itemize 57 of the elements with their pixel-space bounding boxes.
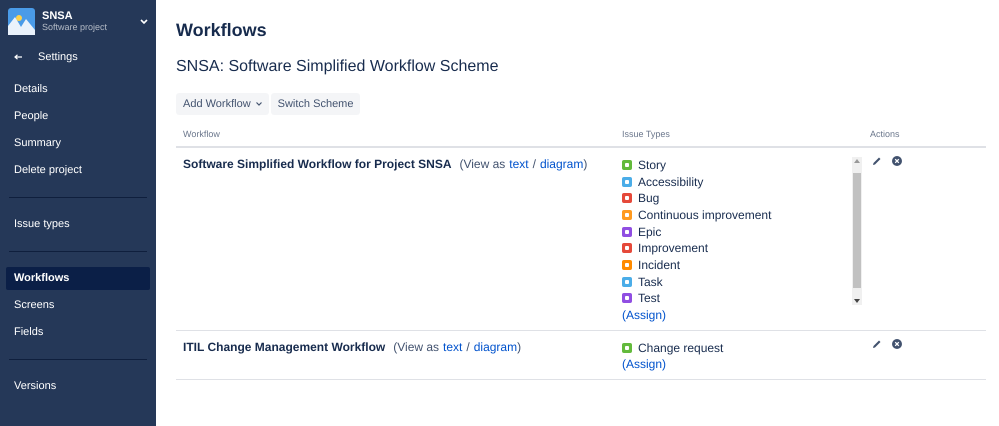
issue-type-label: Improvement bbox=[638, 240, 708, 258]
sidebar-item[interactable]: Versions bbox=[6, 375, 150, 398]
close-parenthesis: ) bbox=[662, 356, 666, 374]
assign-link[interactable]: Assign bbox=[626, 306, 662, 324]
text-link[interactable]: text bbox=[509, 154, 529, 172]
diagram-link[interactable]: diagram bbox=[474, 338, 518, 356]
sidebar-item[interactable]: Workflows bbox=[6, 267, 150, 290]
workflow-name: ITIL Change Management Workflow bbox=[183, 338, 386, 356]
issue-type-label: Incident bbox=[638, 256, 680, 274]
scroll-down-arrow-icon[interactable] bbox=[854, 298, 860, 302]
view-as-label: (View as bbox=[393, 338, 440, 356]
sidebar-item[interactable]: Screens bbox=[6, 294, 150, 317]
workflow-name: Software Simplified Workflow for Project SNSA bbox=[183, 156, 452, 172]
view-as-label: (View as bbox=[459, 156, 506, 172]
pencil-icon[interactable] bbox=[872, 338, 882, 349]
issue-type-label: Epic bbox=[638, 224, 662, 241]
assign-link[interactable]: Assign bbox=[626, 355, 662, 374]
remove-icon[interactable] bbox=[892, 338, 902, 349]
scrollbar[interactable] bbox=[852, 156, 862, 304]
column-header: Workflow bbox=[183, 129, 220, 139]
project-type: Software project bbox=[42, 22, 108, 32]
scheme-title: SNSA: Software Simplified Workflow Scheme bbox=[176, 57, 500, 77]
issue-type-label: Continuous improvement bbox=[638, 206, 772, 224]
sidebar-item[interactable]: Delete project bbox=[6, 159, 150, 182]
sidebar-item[interactable]: Details bbox=[6, 78, 150, 101]
closing-parenthesis: ) bbox=[583, 156, 588, 172]
sidebar-item[interactable]: Fields bbox=[6, 321, 150, 344]
sidebar-item[interactable]: Summary bbox=[6, 132, 150, 155]
issue-type-label: Test bbox=[638, 290, 660, 308]
issue-type-label: Task bbox=[638, 274, 663, 291]
text-link[interactable]: text bbox=[443, 338, 462, 356]
project-avatar-icon bbox=[8, 8, 35, 35]
sidebar-item[interactable]: Issue types bbox=[6, 213, 150, 236]
issue-type-label: Accessibility bbox=[638, 174, 704, 191]
chevron-down-icon[interactable] bbox=[140, 18, 148, 24]
column-header: Issue Types bbox=[622, 129, 670, 139]
project-name: SNSA bbox=[42, 10, 74, 22]
issue-type-label: Bug bbox=[638, 190, 660, 208]
column-header: Actions bbox=[870, 129, 900, 139]
close-parenthesis: ) bbox=[662, 306, 666, 324]
caret-icon bbox=[256, 102, 262, 106]
separator-text: / bbox=[532, 156, 536, 172]
sidebar-item[interactable]: People bbox=[6, 105, 150, 128]
issue-type-label: Story bbox=[638, 156, 666, 174]
pencil-icon[interactable] bbox=[872, 156, 882, 166]
closing-parenthesis: ) bbox=[517, 338, 522, 356]
separator-text: / bbox=[466, 338, 470, 356]
remove-icon[interactable] bbox=[892, 156, 902, 166]
back-link[interactable]: Settings bbox=[0, 50, 156, 64]
open-parenthesis: ( bbox=[622, 306, 626, 324]
add-workflow-dropdown[interactable]: Add Workflow bbox=[176, 93, 269, 115]
switch-scheme-button[interactable]: Switch Scheme bbox=[270, 93, 360, 115]
back-arrow-icon bbox=[14, 54, 22, 60]
open-parenthesis: ( bbox=[622, 356, 626, 374]
issue-type-label: Change request bbox=[638, 340, 724, 358]
page-title: Workflows bbox=[176, 19, 268, 42]
diagram-link[interactable]: diagram bbox=[540, 154, 584, 172]
